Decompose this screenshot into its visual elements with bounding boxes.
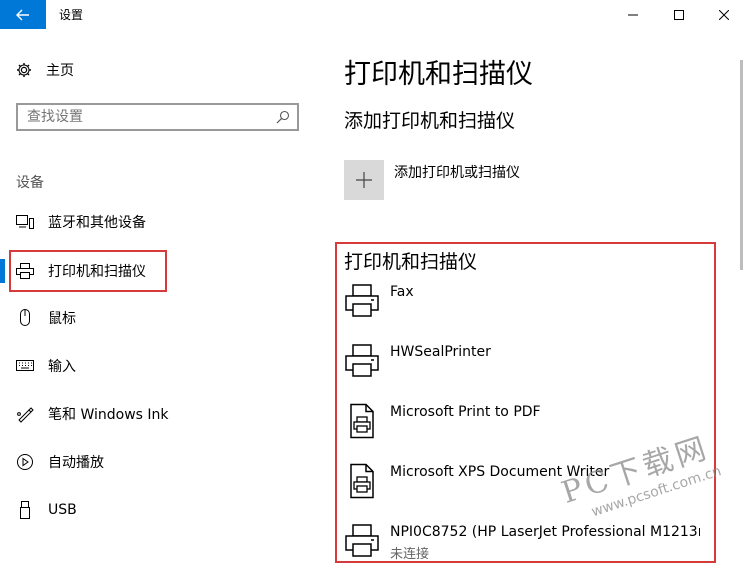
plus-icon <box>356 172 372 188</box>
document-printer-icon <box>350 463 374 499</box>
sidebar-item-usb[interactable]: USB <box>16 498 77 522</box>
add-printer-button[interactable] <box>344 160 384 200</box>
search-input[interactable] <box>18 105 267 129</box>
printer-name: Fax <box>390 284 414 300</box>
sidebar-item-input[interactable]: 输入 <box>16 354 76 378</box>
sidebar-item-printers[interactable]: 打印机和扫描仪 <box>16 259 146 283</box>
printer-icon <box>345 284 379 317</box>
printer-item-hwseal[interactable]: HWSealPrinter <box>344 343 491 379</box>
sidebar-item-pen[interactable]: 笔和 Windows Ink <box>16 402 169 426</box>
minimize-button[interactable] <box>610 0 656 29</box>
printer-name: NPI0C8752 (HP LaserJet Professional M121… <box>390 524 700 540</box>
printer-icon <box>345 344 379 377</box>
search-icon[interactable] <box>276 109 290 128</box>
mouse-icon <box>20 309 30 326</box>
back-arrow-icon <box>16 9 29 20</box>
sidebar-item-label: 笔和 Windows Ink <box>48 407 169 423</box>
printer-icon <box>345 524 379 557</box>
title-bar: 设置 <box>0 0 747 29</box>
scrollbar[interactable] <box>740 60 743 270</box>
add-printer-label[interactable]: 添加打印机或扫描仪 <box>394 162 520 182</box>
sidebar-item-autoplay[interactable]: 自动播放 <box>16 450 104 474</box>
search-box[interactable] <box>16 103 299 131</box>
close-button[interactable] <box>701 0 747 29</box>
sidebar-item-bluetooth[interactable]: 蓝牙和其他设备 <box>16 210 146 234</box>
sidebar-item-label: 输入 <box>48 359 76 375</box>
sidebar-item-label: 蓝牙和其他设备 <box>48 215 146 231</box>
sidebar-item-mouse[interactable]: 鼠标 <box>16 306 76 330</box>
bluetooth-devices-icon <box>16 215 34 229</box>
autoplay-icon <box>17 454 33 470</box>
keyboard-icon <box>16 360 34 371</box>
sidebar-item-label: 鼠标 <box>48 311 76 327</box>
pen-icon <box>17 407 34 423</box>
printer-icon <box>16 263 34 279</box>
page-title: 打印机和扫描仪 <box>344 59 533 90</box>
window-title: 设置 <box>59 8 84 22</box>
usb-icon <box>20 501 30 519</box>
maximize-button[interactable] <box>656 0 702 29</box>
printer-item-print-to-pdf[interactable]: Microsoft Print to PDF <box>344 403 541 439</box>
printer-status: 未连接 <box>390 547 430 562</box>
sidebar-item-home[interactable]: 主页 <box>16 60 74 80</box>
active-indicator <box>0 259 5 283</box>
printers-list-title: 打印机和扫描仪 <box>344 251 478 273</box>
gear-icon <box>17 63 31 77</box>
section-title-devices: 设备 <box>16 175 44 191</box>
sidebar-item-label: USB <box>48 502 77 518</box>
back-button[interactable] <box>0 0 46 29</box>
sidebar-item-label: 打印机和扫描仪 <box>48 264 146 280</box>
maximize-icon <box>674 9 684 20</box>
close-icon <box>719 9 729 20</box>
printer-name: HWSealPrinter <box>390 344 491 360</box>
printer-item-hp-laserjet[interactable]: NPI0C8752 (HP LaserJet Professional M121… <box>344 523 700 562</box>
sidebar-item-label: 自动播放 <box>48 455 104 471</box>
printer-name: Microsoft Print to PDF <box>390 404 541 420</box>
printer-name: Microsoft XPS Document Writer <box>390 464 610 480</box>
add-section-title: 添加打印机和扫描仪 <box>344 110 516 132</box>
printer-item-fax[interactable]: Fax <box>344 283 414 319</box>
home-label: 主页 <box>46 63 74 79</box>
document-printer-icon <box>350 403 374 439</box>
minimize-icon <box>628 14 638 15</box>
printer-item-xps-writer[interactable]: Microsoft XPS Document Writer <box>344 463 609 499</box>
